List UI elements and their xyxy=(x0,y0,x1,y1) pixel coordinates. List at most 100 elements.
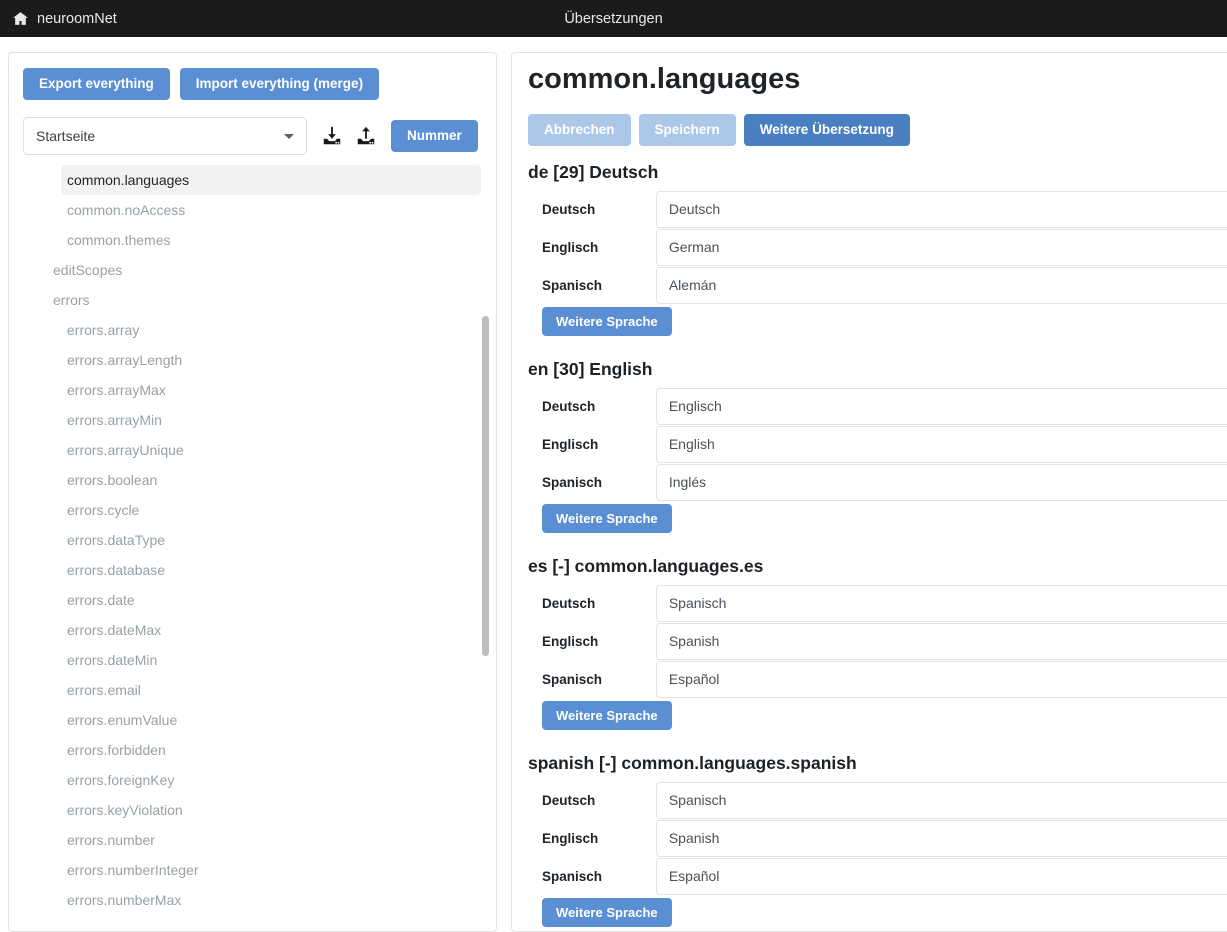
key-list-scrollbar-thumb[interactable] xyxy=(482,316,489,656)
translation-input[interactable] xyxy=(655,190,1227,228)
translation-input[interactable] xyxy=(655,425,1227,463)
list-item-label: errors.arrayMax xyxy=(67,382,166,398)
list-item[interactable]: errors.arrayMax xyxy=(10,375,481,405)
page-title: Übersetzungen xyxy=(564,10,663,27)
chevron-down-icon xyxy=(284,133,294,139)
field-label: Deutsch xyxy=(542,398,596,414)
translation-input[interactable] xyxy=(655,387,1227,425)
translation-key-list[interactable]: common.languages common.noAccess common.th… xyxy=(10,165,496,931)
translation-field-row: Deutsch xyxy=(512,387,1227,425)
translation-section: es [-] common.languages.es Deutsch Englisc… xyxy=(512,547,1227,744)
translation-input[interactable] xyxy=(655,228,1227,266)
home-icon xyxy=(12,10,29,27)
section-header: spanish [-] common.languages.spanish xyxy=(528,753,857,773)
list-item-label: errors xyxy=(53,292,90,308)
detail-title: common.languages xyxy=(528,63,801,95)
list-item[interactable]: common.languages xyxy=(61,165,481,195)
add-language-button[interactable]: Weitere Sprache xyxy=(542,701,672,730)
cancel-button: Abbrechen xyxy=(528,114,631,146)
field-label: Englisch xyxy=(542,633,599,649)
list-item[interactable]: common.themes xyxy=(10,225,481,255)
scope-select-value: Startseite xyxy=(36,128,96,144)
translation-input[interactable] xyxy=(655,857,1227,895)
add-language-button[interactable]: Weitere Sprache xyxy=(542,504,672,533)
translation-section: spanish [-] common.languages.spanish Deut… xyxy=(512,744,1227,931)
list-item-label: errors.date xyxy=(67,592,135,608)
import-everything-button[interactable]: Import everything (merge) xyxy=(179,68,380,100)
brand-label: neuroomNet xyxy=(37,10,117,27)
list-item-label: errors.arrayMin xyxy=(67,412,162,428)
list-item-label: common.noAccess xyxy=(67,202,186,218)
field-label: Deutsch xyxy=(542,201,596,217)
translation-input[interactable] xyxy=(655,622,1227,660)
list-item[interactable]: errors.cycle xyxy=(10,495,481,525)
number-button[interactable]: Nummer xyxy=(391,120,478,152)
list-item[interactable]: errors.date xyxy=(10,585,481,615)
section-footer: Weitere Sprache xyxy=(512,698,1227,744)
list-item[interactable]: errors.keyViolation xyxy=(10,795,481,825)
list-item[interactable]: errors.arrayMin xyxy=(10,405,481,435)
keys-panel: Export everything Import everything (mer… xyxy=(8,52,497,932)
list-item[interactable]: errors.dataType xyxy=(10,525,481,555)
upload-button[interactable] xyxy=(349,117,383,155)
list-item[interactable]: editScopes xyxy=(10,255,481,285)
list-item[interactable]: errors.boolean xyxy=(10,465,481,495)
list-item-label: errors.forbidden xyxy=(67,742,166,758)
list-item[interactable]: errors.enumValue xyxy=(10,705,481,735)
translation-input[interactable] xyxy=(655,660,1227,698)
translation-input[interactable] xyxy=(655,781,1227,819)
translation-section: de [29] Deutsch Deutsch Englisch Spanisch We… xyxy=(512,153,1227,350)
export-import-toolbar: Export everything Import everything (mer… xyxy=(23,68,380,100)
scope-select[interactable]: Startseite xyxy=(23,117,307,155)
translation-detail-panel: common.languages Abbrechen Speichern Weite… xyxy=(511,52,1227,932)
save-button: Speichern xyxy=(638,114,736,146)
list-item[interactable]: errors.foreignKey xyxy=(10,765,481,795)
translation-field-row: Spanisch xyxy=(512,266,1227,304)
list-item[interactable]: errors.arrayLength xyxy=(10,345,481,375)
translation-field-row: Englisch xyxy=(512,622,1227,660)
translation-input[interactable] xyxy=(655,819,1227,857)
list-item-label: errors.dataType xyxy=(67,532,166,548)
download-icon xyxy=(321,125,343,147)
list-item[interactable]: errors.numberInteger xyxy=(10,855,481,885)
field-label: Spanisch xyxy=(542,474,603,490)
translation-field-row: Spanisch xyxy=(512,463,1227,501)
list-item-label: editScopes xyxy=(53,262,123,278)
list-item-label: errors.arrayUnique xyxy=(67,442,184,458)
field-label: Spanisch xyxy=(542,671,603,687)
add-language-button[interactable]: Weitere Sprache xyxy=(542,307,672,336)
field-label: Englisch xyxy=(542,830,599,846)
scope-toolbar: Startseite Nummer xyxy=(23,117,478,155)
key-list-scrollbar-track[interactable] xyxy=(481,165,490,931)
list-item-label: errors.dateMax xyxy=(67,622,162,638)
section-footer: Weitere Sprache xyxy=(512,501,1227,547)
add-translation-button[interactable]: Weitere Übersetzung xyxy=(743,114,910,146)
list-item-label: errors.numberInteger xyxy=(67,862,199,878)
brand-link[interactable]: neuroomNet xyxy=(12,10,117,27)
upload-icon xyxy=(355,125,377,147)
translation-input[interactable] xyxy=(655,584,1227,622)
list-item[interactable]: errors.forbidden xyxy=(10,735,481,765)
list-item[interactable]: errors.arrayUnique xyxy=(10,435,481,465)
list-item[interactable]: errors.database xyxy=(10,555,481,585)
translation-input[interactable] xyxy=(655,266,1227,304)
list-item[interactable]: errors.numberMax xyxy=(10,885,481,915)
list-item-label: errors.arrayLength xyxy=(67,352,183,368)
detail-action-bar: Abbrechen Speichern Weitere Übersetzung xyxy=(528,114,910,146)
list-item-label: errors.email xyxy=(67,682,141,698)
top-navbar: neuroomNet Übersetzungen xyxy=(0,0,1227,37)
download-button[interactable] xyxy=(315,117,349,155)
list-item[interactable]: common.noAccess xyxy=(10,195,481,225)
translation-input[interactable] xyxy=(655,463,1227,501)
list-item-label: errors.dateMin xyxy=(67,652,158,668)
list-item[interactable]: errors.dateMax xyxy=(10,615,481,645)
list-item[interactable]: errors xyxy=(10,285,481,315)
export-everything-button[interactable]: Export everything xyxy=(23,68,170,100)
list-item-label: common.languages xyxy=(67,172,190,188)
list-item-label: errors.foreignKey xyxy=(67,772,175,788)
list-item[interactable]: errors.email xyxy=(10,675,481,705)
list-item[interactable]: errors.array xyxy=(10,315,481,345)
list-item[interactable]: errors.dateMin xyxy=(10,645,481,675)
list-item-label: errors.cycle xyxy=(67,502,140,518)
list-item[interactable]: errors.number xyxy=(10,825,481,855)
